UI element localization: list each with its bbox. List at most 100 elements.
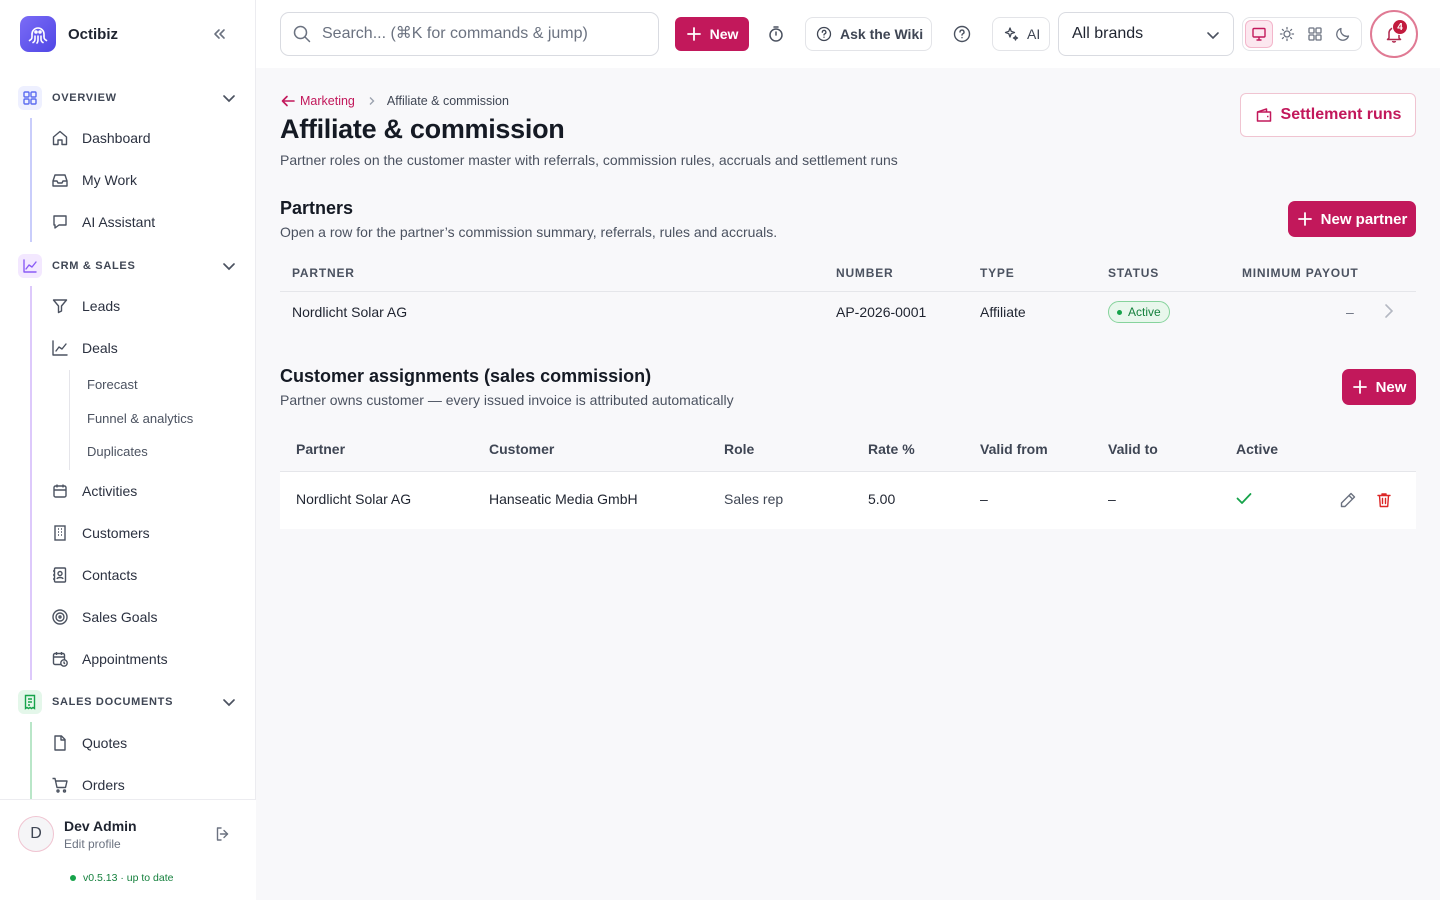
minimum-payout: –	[1346, 304, 1354, 320]
sidebar-subitem-funnel-analytics[interactable]: Funnel & analytics	[87, 411, 193, 429]
sidebar-item-dashboard[interactable]: Dashboard	[50, 126, 240, 150]
column-header[interactable]: Valid to	[1108, 441, 1158, 457]
ask-wiki-button[interactable]: Ask the Wiki	[805, 17, 932, 51]
sidebar-item-label: Appointments	[82, 651, 168, 667]
assignment-rate: 5.00	[868, 491, 896, 507]
assignment-valid-from: –	[980, 491, 988, 507]
column-header[interactable]: STATUS	[1108, 266, 1159, 280]
logout-icon[interactable]	[214, 825, 232, 843]
sidebar-subitem-duplicates[interactable]: Duplicates	[87, 444, 148, 462]
new-button-label: New	[709, 26, 739, 42]
sidebar-item-orders[interactable]: Orders	[50, 773, 240, 797]
help-circle-icon	[816, 26, 832, 42]
sidebar-subitem-forecast[interactable]: Forecast	[87, 377, 138, 395]
app-name: Octibiz	[68, 25, 119, 43]
sidebar-item-quotes[interactable]: Quotes	[50, 731, 240, 755]
section-overview[interactable]: OVERVIEW	[18, 86, 246, 110]
home-icon	[50, 128, 70, 148]
search-input[interactable]	[322, 25, 642, 43]
section-rail	[30, 722, 32, 800]
column-header[interactable]: PARTNER	[292, 266, 355, 280]
settlement-runs-label: Settlement runs	[1280, 106, 1402, 123]
plus-icon	[1352, 380, 1367, 394]
page-title: Affiliate & commission	[280, 114, 565, 144]
grid-icon	[18, 86, 42, 110]
new-partner-button[interactable]: New partner	[1288, 201, 1416, 237]
column-header[interactable]: Rate %	[868, 441, 915, 457]
topbar: New Ask the Wiki AI All brands 4	[256, 0, 1440, 68]
column-header[interactable]: Active	[1236, 441, 1278, 457]
section-crm-sales[interactable]: CRM & SALES	[18, 254, 246, 278]
sidebar-item-label: Dashboard	[82, 130, 151, 146]
new-partner-label: New partner	[1320, 210, 1408, 228]
main-content: Marketing Affiliate & commission Affilia…	[256, 68, 1440, 900]
sidebar-item-label: Deals	[82, 340, 118, 356]
column-header[interactable]: TYPE	[980, 266, 1015, 280]
check-icon	[1235, 489, 1253, 507]
sidebar-item-leads[interactable]: Leads	[50, 294, 240, 318]
brand-select[interactable]: All brands	[1058, 12, 1234, 56]
edit-icon[interactable]	[1339, 491, 1357, 509]
assignment-partner: Nordlicht Solar AG	[296, 491, 412, 507]
calendar-icon	[50, 481, 70, 501]
brand-select-value: All brands	[1072, 25, 1144, 42]
sidebar-item-label: My Work	[82, 172, 137, 188]
version-text: v0.5.13 · up to date	[83, 872, 174, 884]
breadcrumb-current: Affiliate & commission	[386, 94, 509, 108]
column-header[interactable]: Role	[724, 441, 754, 457]
help-icon[interactable]	[950, 22, 974, 46]
sidebar-item-label: Orders	[82, 777, 125, 793]
trash-icon[interactable]	[1375, 491, 1393, 509]
sidebar-item-label: Leads	[82, 298, 121, 314]
new-assignment-button[interactable]: New	[1342, 369, 1416, 405]
column-header[interactable]: Valid from	[980, 441, 1048, 457]
assignments-title: Customer assignments (sales commission)	[280, 366, 652, 386]
sidebar-item-ai-assistant[interactable]: AI Assistant	[50, 210, 240, 234]
section-sales-documents[interactable]: SALES DOCUMENTS	[18, 690, 246, 714]
plus-icon	[686, 27, 701, 41]
stopwatch-icon[interactable]	[764, 22, 788, 46]
partner-type: Affiliate	[980, 304, 1026, 320]
chevrons-left-icon	[214, 29, 225, 39]
moon-icon[interactable]	[1329, 20, 1357, 48]
column-header[interactable]: NUMBER	[836, 266, 893, 280]
shopping-cart-icon	[50, 775, 70, 795]
brand[interactable]: Octibiz	[20, 16, 118, 52]
partners-title: Partners	[280, 198, 354, 218]
sun-icon[interactable]	[1273, 20, 1301, 48]
sidebar-item-label: AI Assistant	[82, 214, 156, 230]
sidebar-nav[interactable]: OVERVIEW Dashboard My Work AI Assistant …	[0, 80, 256, 800]
building-icon	[50, 523, 70, 543]
settlement-runs-button[interactable]: Settlement runs	[1240, 93, 1416, 137]
notifications-button[interactable]: 4	[1370, 10, 1418, 58]
assignment-role: Sales rep	[724, 491, 784, 507]
avatar[interactable]: D	[18, 816, 54, 852]
sparkles-icon	[1004, 27, 1019, 41]
sidebar-item-activities[interactable]: Activities	[50, 479, 240, 503]
sidebar-item-contacts[interactable]: Contacts	[50, 563, 240, 587]
sidebar-item-deals[interactable]: Deals	[50, 336, 240, 360]
column-header[interactable]: Customer	[489, 441, 554, 457]
monitor-icon[interactable]	[1245, 20, 1273, 48]
calendar-clock-icon	[50, 649, 70, 669]
sidebar-item-sales-goals[interactable]: Sales Goals	[50, 605, 240, 629]
layout-grid-icon[interactable]	[1301, 20, 1329, 48]
breadcrumb: Marketing Affiliate & commission	[280, 92, 509, 110]
search-icon	[292, 24, 312, 44]
search-box[interactable]	[280, 12, 659, 56]
new-button[interactable]: New	[675, 17, 749, 51]
sidebar-item-customers[interactable]: Customers	[50, 521, 240, 545]
chevron-down-icon	[1205, 27, 1221, 43]
chevron-right-icon	[1380, 302, 1396, 320]
column-header[interactable]: Partner	[296, 441, 345, 457]
sidebar-item-my-work[interactable]: My Work	[50, 168, 240, 192]
breadcrumb-back-link[interactable]: Marketing	[280, 93, 355, 109]
edit-profile-link[interactable]: Edit profile	[64, 837, 121, 851]
column-header[interactable]: MINIMUM PAYOUT	[1242, 266, 1359, 280]
sidebar-item-appointments[interactable]: Appointments	[50, 647, 240, 671]
line-chart-icon	[50, 338, 70, 358]
collapse-sidebar-button[interactable]	[208, 24, 230, 44]
ai-button[interactable]: AI	[992, 17, 1050, 51]
partner-number: AP-2026-0001	[836, 304, 927, 320]
table-row[interactable]: Nordlicht Solar AG AP-2026-0001 Affiliat…	[280, 292, 1416, 332]
